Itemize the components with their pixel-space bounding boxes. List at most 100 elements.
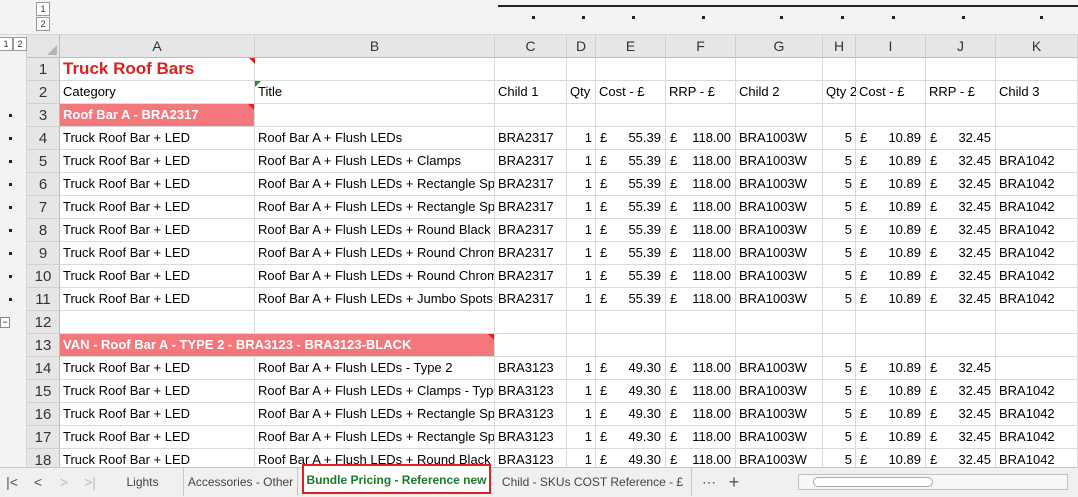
outline-level-2-button[interactable]: 2 (36, 17, 50, 31)
data-cell-title[interactable]: Roof Bar A + Flush LEDs + Round Chrom (255, 265, 495, 288)
data-cell-rrp[interactable]: £118.00 (666, 265, 736, 288)
data-cell-qty[interactable]: 1 (567, 288, 596, 311)
data-cell-title[interactable]: Roof Bar A + Flush LEDs + Jumbo Spots (255, 288, 495, 311)
data-cell-child2[interactable]: BRA1003W (736, 380, 823, 403)
column-header-g[interactable]: G (736, 35, 823, 58)
data-cell-child2[interactable]: BRA1003W (736, 219, 823, 242)
grid-cell[interactable] (856, 58, 926, 81)
grid-cell[interactable] (926, 104, 996, 127)
tab-bundle-pricing-reference-new[interactable]: Bundle Pricing - Reference new (302, 464, 491, 494)
horizontal-scrollbar[interactable] (798, 474, 1068, 490)
data-cell-child2[interactable]: BRA1003W (736, 357, 823, 380)
horizontal-scrollbar-thumb[interactable] (813, 477, 933, 487)
data-cell-rrp[interactable]: £118.00 (666, 219, 736, 242)
row-header-3[interactable]: 3 (27, 104, 60, 127)
data-cell-child3[interactable]: BRA1042 (996, 426, 1078, 449)
data-cell-child1[interactable]: BRA2317 (495, 150, 567, 173)
column-header-i[interactable]: I (856, 35, 926, 58)
data-cell-child2[interactable]: BRA1003W (736, 127, 823, 150)
data-cell-qty2[interactable]: 5 (823, 288, 856, 311)
data-cell-child2[interactable]: BRA1003W (736, 265, 823, 288)
data-cell-child1[interactable]: BRA2317 (495, 265, 567, 288)
grid-cell[interactable] (736, 58, 823, 81)
grid-cell[interactable] (567, 58, 596, 81)
data-cell-cost2[interactable]: £10.89 (856, 127, 926, 150)
outline-level-1-button[interactable]: 1 (36, 2, 50, 16)
data-cell-rrp2[interactable]: £32.45 (926, 127, 996, 150)
data-cell-cost[interactable]: £55.39 (596, 173, 666, 196)
grid-cell[interactable] (666, 104, 736, 127)
grid-cell[interactable] (996, 58, 1078, 81)
data-cell-child1[interactable]: BRA2317 (495, 196, 567, 219)
add-sheet-button[interactable]: + (726, 473, 742, 491)
data-cell-rrp2[interactable]: £32.45 (926, 357, 996, 380)
data-cell-rrp[interactable]: £118.00 (666, 196, 736, 219)
data-cell-rrp2[interactable]: £32.45 (926, 150, 996, 173)
data-cell-rrp[interactable]: £118.00 (666, 288, 736, 311)
data-cell-child1[interactable]: BRA2317 (495, 288, 567, 311)
data-cell-title[interactable]: Roof Bar A + Flush LEDs + Rectangle Spo (255, 403, 495, 426)
data-cell-child2[interactable]: BRA1003W (736, 242, 823, 265)
data-cell-title[interactable]: Roof Bar A + Flush LEDs (255, 127, 495, 150)
data-cell-child3[interactable]: BRA1042 (996, 380, 1078, 403)
grid-cell[interactable] (736, 311, 823, 334)
tab-accessories-other[interactable]: Accessories - Other (184, 468, 298, 496)
grid-cell[interactable] (666, 311, 736, 334)
grid-cell[interactable] (856, 104, 926, 127)
data-cell-cost2[interactable]: £10.89 (856, 173, 926, 196)
grid-cell[interactable] (596, 311, 666, 334)
data-cell-cost2[interactable]: £10.89 (856, 242, 926, 265)
header-cell-child2[interactable]: Child 2 (736, 81, 823, 104)
header-cell-qty[interactable]: Qty (567, 81, 596, 104)
grid-cell[interactable] (495, 104, 567, 127)
data-cell-rrp2[interactable]: £32.45 (926, 242, 996, 265)
select-all-corner[interactable] (27, 35, 60, 58)
column-group-bar[interactable] (498, 5, 1078, 7)
header-cell-child3[interactable]: Child 3 (996, 81, 1078, 104)
data-cell-qty[interactable]: 1 (567, 173, 596, 196)
data-cell-title[interactable]: Roof Bar A + Flush LEDs + Clamps (255, 150, 495, 173)
data-cell-qty[interactable]: 1 (567, 242, 596, 265)
row-header-2[interactable]: 2 (27, 81, 60, 104)
data-cell-title[interactable]: Roof Bar A + Flush LEDs + Rectangle Spo (255, 173, 495, 196)
header-cell-qty2[interactable]: Qty 2 (823, 81, 857, 104)
data-cell-qty[interactable]: 1 (567, 265, 596, 288)
data-cell-qty2[interactable]: 5 (823, 219, 856, 242)
data-cell-category[interactable]: Truck Roof Bar + LED (60, 380, 255, 403)
data-cell-cost[interactable]: £49.30 (596, 380, 666, 403)
data-cell-cost2[interactable]: £10.89 (856, 196, 926, 219)
row-header-12[interactable]: 12 (27, 311, 60, 334)
data-cell-rrp[interactable]: £118.00 (666, 150, 736, 173)
data-cell-cost[interactable]: £49.30 (596, 357, 666, 380)
data-cell-rrp[interactable]: £118.00 (666, 127, 736, 150)
data-cell-category[interactable]: Truck Roof Bar + LED (60, 288, 255, 311)
more-sheets-icon[interactable]: ⋯ (700, 474, 718, 490)
row-header-10[interactable]: 10 (27, 265, 60, 288)
header-cell-rrp[interactable]: RRP - £ (666, 81, 736, 104)
column-header-h[interactable]: H (823, 35, 856, 58)
data-cell-qty2[interactable]: 5 (823, 127, 856, 150)
grid-cell[interactable] (255, 104, 495, 127)
row-header-14[interactable]: 14 (27, 357, 60, 380)
data-cell-rrp[interactable]: £118.00 (666, 426, 736, 449)
data-cell-cost[interactable]: £55.39 (596, 219, 666, 242)
row-header-16[interactable]: 16 (27, 403, 60, 426)
grid-cell[interactable] (996, 104, 1078, 127)
data-cell-qty2[interactable]: 5 (823, 173, 856, 196)
header-cell-cost[interactable]: Cost - £ (596, 81, 666, 104)
data-cell-qty[interactable]: 1 (567, 219, 596, 242)
grid-cell[interactable] (596, 104, 666, 127)
data-cell-child2[interactable]: BRA1003W (736, 150, 823, 173)
column-header-d[interactable]: D (567, 35, 596, 58)
sheet-title[interactable]: Truck Roof Bars (60, 58, 255, 81)
data-cell-category[interactable]: Truck Roof Bar + LED (60, 265, 255, 288)
data-cell-cost2[interactable]: £10.89 (856, 380, 926, 403)
data-cell-child3[interactable]: BRA1042 (996, 196, 1078, 219)
data-cell-cost2[interactable]: £10.89 (856, 265, 926, 288)
data-cell-cost[interactable]: £55.39 (596, 127, 666, 150)
column-header-j[interactable]: J (926, 35, 996, 58)
prev-sheet-icon[interactable]: < (30, 474, 46, 490)
data-cell-cost2[interactable]: £10.89 (856, 219, 926, 242)
data-cell-qty2[interactable]: 5 (823, 426, 856, 449)
data-cell-rrp2[interactable]: £32.45 (926, 403, 996, 426)
